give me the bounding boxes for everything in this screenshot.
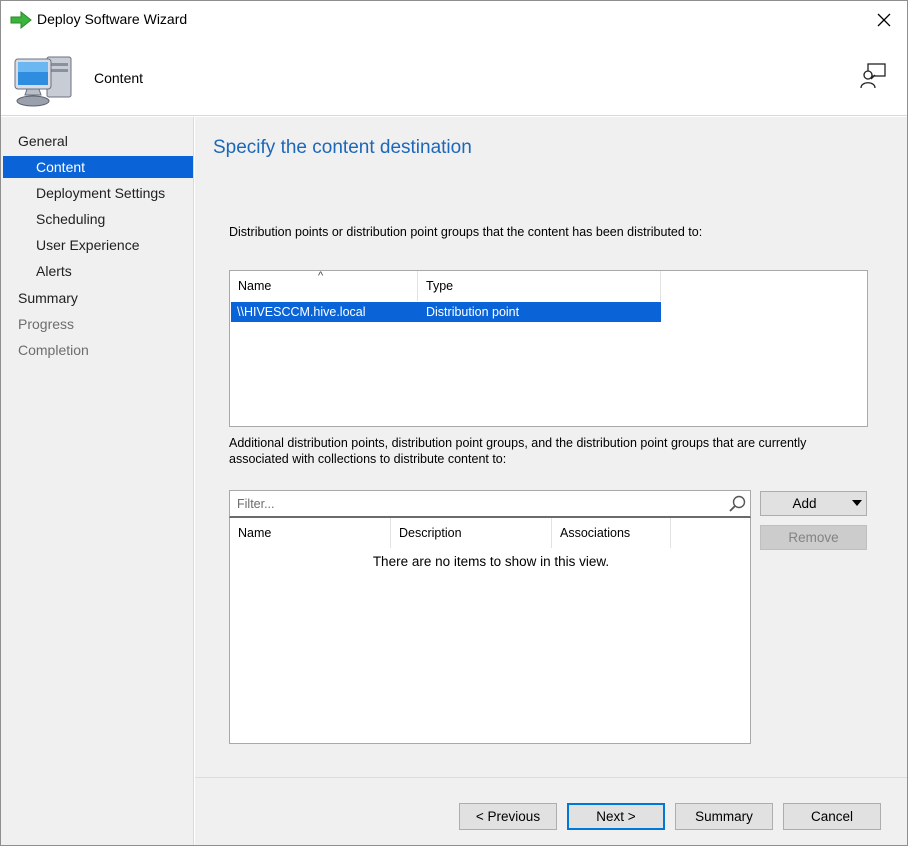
column-header-type[interactable]: Type	[418, 271, 661, 301]
nav-item-label: Alerts	[36, 263, 72, 279]
empty-list-message: There are no items to show in this view.	[372, 554, 610, 569]
nav-item-general[interactable]: General	[3, 130, 193, 152]
summary-button-label: Summary	[695, 809, 753, 824]
add-button-label: Add	[792, 496, 817, 511]
nav-item-scheduling[interactable]: Scheduling	[3, 208, 193, 230]
nav-item-content[interactable]: Content	[3, 156, 193, 178]
computer-icon	[14, 56, 72, 107]
previous-button[interactable]: < Previous	[459, 803, 557, 830]
nav-item-completion: Completion	[3, 339, 193, 361]
column-label: Associations	[560, 526, 631, 540]
column-header-name[interactable]: Name	[230, 518, 391, 548]
close-button[interactable]	[869, 5, 899, 35]
remove-button: Remove	[760, 525, 867, 550]
help-person-icon[interactable]	[859, 62, 887, 90]
wizard-footer: < Previous Next > Summary Cancel	[195, 777, 907, 845]
filter-input[interactable]	[235, 495, 715, 513]
column-label: Type	[426, 279, 454, 293]
nav-item-label: Content	[36, 159, 86, 175]
nav-item-label: Completion	[18, 342, 89, 358]
column-label: Description	[399, 526, 462, 540]
nav-item-progress: Progress	[3, 313, 193, 335]
nav-item-label: Scheduling	[36, 211, 106, 227]
step-title: Content	[94, 70, 144, 86]
table-row[interactable]: \\HIVESCCM.hive.local Distribution point	[231, 302, 661, 322]
previous-button-label: < Previous	[475, 809, 541, 824]
cell-type: Distribution point	[426, 305, 520, 319]
title-bar: Deploy Software Wizard	[1, 1, 907, 39]
wizard-header: Content	[1, 39, 907, 116]
content-panel: Specify the content destination Distribu…	[195, 117, 907, 777]
close-icon	[877, 13, 891, 27]
next-button-label: Next >	[596, 809, 636, 824]
distributed-list[interactable]: Name ^ Type \\HIVESCCM.hive.local Distri…	[229, 270, 868, 427]
column-header-description[interactable]: Description	[391, 518, 552, 548]
column-label: Name	[238, 526, 272, 540]
column-header-name[interactable]: Name ^	[230, 271, 418, 301]
dropdown-arrow-icon	[852, 500, 862, 506]
wizard-window: Deploy Software Wizard Content General C…	[0, 0, 908, 846]
page-title: Specify the content destination	[213, 137, 472, 158]
nav-item-label: User Experience	[36, 237, 140, 253]
sort-ascending-icon: ^	[318, 270, 324, 282]
filter-box	[229, 490, 751, 518]
wizard-steps-nav: General Content Deployment Settings Sche…	[1, 117, 194, 845]
additional-list[interactable]: Name Description Associations There are …	[229, 518, 751, 744]
green-arrow-icon	[10, 11, 32, 29]
distributed-label: Distribution points or distribution poin…	[229, 225, 703, 239]
nav-item-label: Summary	[18, 290, 78, 306]
cancel-button[interactable]: Cancel	[783, 803, 881, 830]
nav-item-label: General	[18, 133, 68, 149]
nav-item-deployment-settings[interactable]: Deployment Settings	[3, 182, 193, 204]
cell-name: \\HIVESCCM.hive.local	[237, 305, 366, 319]
column-label: Name	[238, 279, 272, 293]
nav-item-label: Progress	[18, 316, 75, 332]
search-icon[interactable]	[727, 494, 747, 514]
nav-item-label: Deployment Settings	[36, 185, 166, 201]
summary-button[interactable]: Summary	[675, 803, 773, 830]
nav-item-alerts[interactable]: Alerts	[3, 260, 193, 282]
cancel-button-label: Cancel	[810, 809, 854, 824]
nav-item-summary[interactable]: Summary	[3, 287, 193, 309]
column-header-associations[interactable]: Associations	[552, 518, 671, 548]
nav-item-user-experience[interactable]: User Experience	[3, 234, 193, 256]
window-title: Deploy Software Wizard	[37, 11, 188, 27]
add-button[interactable]: Add	[760, 491, 867, 516]
remove-button-label: Remove	[788, 530, 839, 545]
additional-label: Additional distribution points, distribu…	[229, 436, 807, 466]
next-button[interactable]: Next >	[567, 803, 665, 830]
